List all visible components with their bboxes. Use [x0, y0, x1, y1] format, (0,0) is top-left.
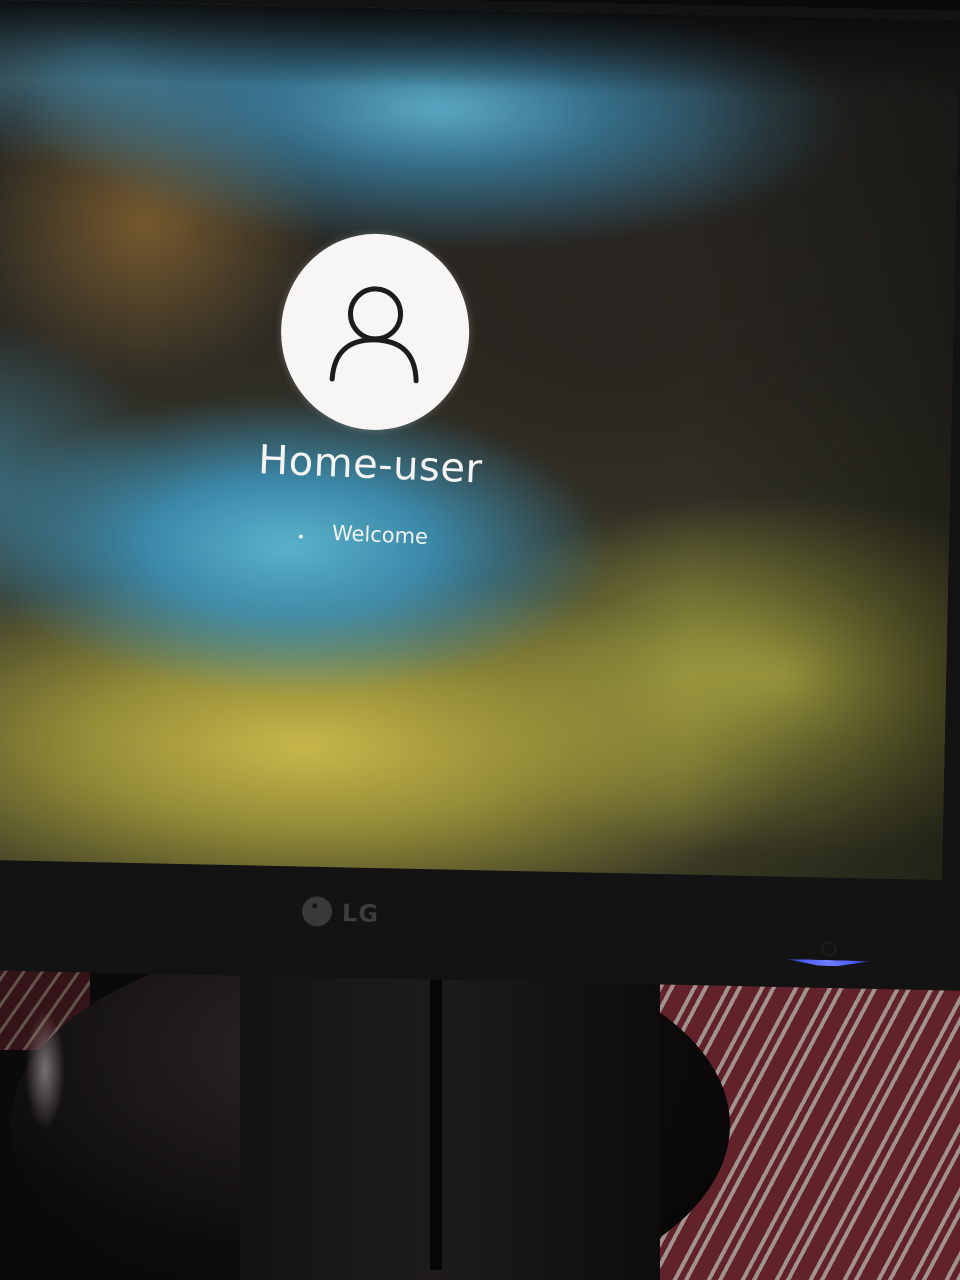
power-button-icon[interactable] — [822, 942, 836, 956]
user-silhouette-icon — [324, 279, 426, 391]
sign-in-status: Welcome — [288, 516, 489, 560]
brand-label: LG — [341, 899, 380, 929]
stand-reflection — [25, 1010, 65, 1130]
username-label: Home-user — [257, 437, 484, 493]
monitor-stand-edge — [430, 950, 442, 1270]
photo-scene: Home-user Welcome LG — [0, 0, 960, 1280]
user-avatar — [279, 232, 471, 432]
loading-spinner-icon — [299, 534, 303, 538]
power-led-icon — [785, 959, 871, 967]
monitor-screen: Home-user Welcome — [0, 0, 960, 880]
windows-login-screen: Home-user Welcome — [0, 0, 960, 880]
status-text: Welcome — [331, 520, 429, 549]
